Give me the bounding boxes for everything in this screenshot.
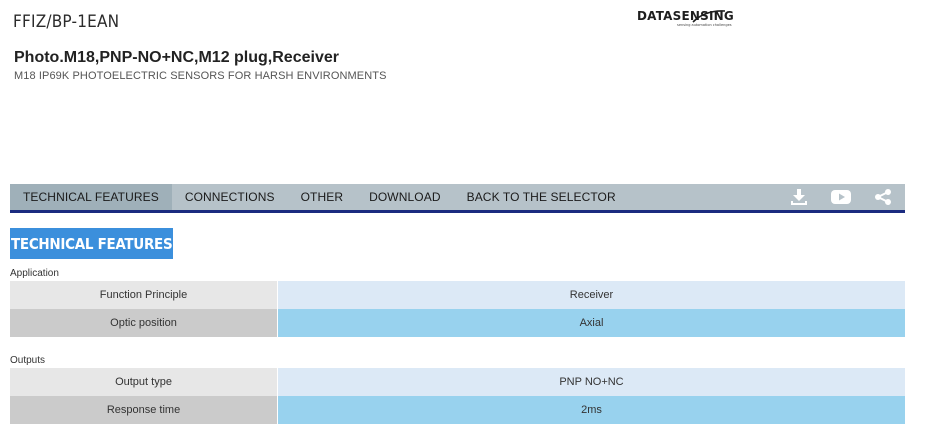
tab-download[interactable]: DOWNLOAD <box>356 184 453 210</box>
youtube-icon[interactable] <box>831 189 851 205</box>
datasensing-logo[interactable]: DATASENSING sensing automation challenge… <box>637 9 734 27</box>
spec-table-application: Function Principle Receiver Optic positi… <box>10 281 905 337</box>
spec-table-outputs: Output type PNP NO+NC Response time 2ms <box>10 368 905 424</box>
tab-technical-features[interactable]: TECHNICAL FEATURES <box>10 184 172 210</box>
product-subtitle: M18 IP69K PHOTOELECTRIC SENSORS FOR HARS… <box>14 70 387 82</box>
group-label-application: Application <box>10 268 59 279</box>
tab-connections[interactable]: CONNECTIONS <box>172 184 288 210</box>
spec-value: Axial <box>278 309 905 337</box>
spec-value: Receiver <box>278 281 905 309</box>
download-icon[interactable] <box>789 189 809 205</box>
spec-key: Output type <box>10 368 278 396</box>
section-heading: TECHNICAL FEATURES <box>10 228 174 259</box>
product-code: FFIZ/BP-1EAN <box>13 12 120 32</box>
table-row: Response time 2ms <box>10 396 905 424</box>
product-nav-bar: TECHNICAL FEATURES CONNECTIONS OTHER DOW… <box>10 184 905 213</box>
product-title: Photo.M18,PNP-NO+NC,M12 plug,Receiver <box>14 49 339 66</box>
tab-other[interactable]: OTHER <box>288 184 357 210</box>
table-row: Optic position Axial <box>10 309 905 337</box>
table-row: Function Principle Receiver <box>10 281 905 309</box>
share-icon[interactable] <box>873 189 893 205</box>
table-row: Output type PNP NO+NC <box>10 368 905 396</box>
spec-key: Response time <box>10 396 278 424</box>
logo-tagline: sensing automation challenges <box>677 23 732 27</box>
spec-key: Optic position <box>10 309 278 337</box>
spec-value: 2ms <box>278 396 905 424</box>
nav-icon-group <box>789 184 905 210</box>
spec-key: Function Principle <box>10 281 278 309</box>
group-label-outputs: Outputs <box>10 355 46 366</box>
tab-back-to-selector[interactable]: BACK TO THE SELECTOR <box>454 184 629 210</box>
spec-value: PNP NO+NC <box>278 368 905 396</box>
